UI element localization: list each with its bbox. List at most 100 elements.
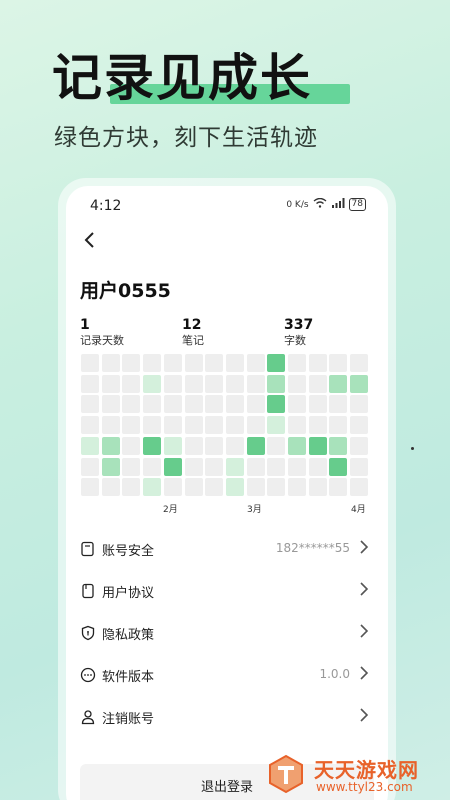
activity-heatmap <box>81 354 371 504</box>
heatmap-cell <box>246 457 265 476</box>
heatmap-cell <box>205 457 224 476</box>
heatmap-cell <box>225 457 244 476</box>
heatmap-cell <box>163 436 182 455</box>
heatmap-cell <box>288 478 306 497</box>
heatmap-cell <box>329 395 348 414</box>
month-label: 3月 <box>247 505 262 515</box>
heatmap-cell <box>184 457 203 476</box>
heatmap-cell <box>329 478 348 497</box>
status-time: 4:12 <box>90 198 122 214</box>
heatmap-cell <box>329 374 348 393</box>
heatmap-cell <box>81 395 99 414</box>
stat-label: 笔记 <box>182 334 204 347</box>
menu-item-user-agreement[interactable]: 用户协议 <box>66 570 388 612</box>
heatmap-cell <box>225 374 244 393</box>
heatmap-cell <box>163 416 182 435</box>
heatmap-cell <box>184 395 203 414</box>
heatmap-cell <box>350 374 369 393</box>
battery-icon: 78 <box>348 198 366 211</box>
heatmap-cell <box>81 374 99 393</box>
user-icon <box>80 709 96 725</box>
heatmap-cell <box>101 436 120 455</box>
hero-title: 记录见成长 <box>52 46 350 110</box>
heatmap-cell <box>246 354 265 372</box>
menu-item-software-version[interactable]: 软件版本 1.0.0 <box>66 654 388 696</box>
heatmap-cell <box>122 354 141 372</box>
stat-label: 记录天数 <box>80 334 124 347</box>
wifi-icon <box>313 197 327 211</box>
heatmap-cell <box>81 478 99 497</box>
more-dots-icon <box>80 667 96 683</box>
heatmap-cell <box>101 457 120 476</box>
heatmap-cell <box>308 478 327 497</box>
chevron-right-icon <box>358 623 370 643</box>
stat-days: 1 记录天数 <box>80 316 124 348</box>
menu-item-account-security[interactable]: 账号安全 182******55 <box>66 528 388 570</box>
hero-title-text: 记录见成长 <box>52 49 312 107</box>
heatmap-cell <box>308 436 327 455</box>
heatmap-cell <box>163 395 182 414</box>
heatmap-cell <box>143 457 162 476</box>
phone-screen: 4:12 0 K/s 78 用户0555 1 记录天数 12 笔记 337 字数 <box>66 186 388 800</box>
heatmap-cell <box>205 374 224 393</box>
heatmap-cell <box>143 395 162 414</box>
heatmap-cell <box>308 374 327 393</box>
heatmap-cell <box>81 436 99 455</box>
heatmap-cell <box>288 416 306 435</box>
heatmap-cell <box>225 416 244 435</box>
heatmap-cell <box>246 478 265 497</box>
heatmap-cell <box>246 416 265 435</box>
heatmap-cell <box>184 416 203 435</box>
account-security-icon <box>80 541 96 557</box>
menu-value: 1.0.0 <box>319 667 350 681</box>
shield-icon <box>80 625 96 641</box>
heatmap-cell <box>122 436 141 455</box>
decorative-dot <box>411 447 414 450</box>
heatmap-cell <box>267 478 286 497</box>
heatmap-cell <box>308 416 327 435</box>
status-icons: 0 K/s 78 <box>286 197 366 211</box>
heatmap-cell <box>143 374 162 393</box>
hero: 记录见成长 绿色方块，刻下生活轨迹 <box>0 0 450 151</box>
heatmap-cell <box>350 436 369 455</box>
heatmap-cell <box>308 457 327 476</box>
heatmap-cell <box>184 374 203 393</box>
chevron-right-icon <box>358 539 370 559</box>
status-bar: 4:12 0 K/s 78 <box>66 186 388 222</box>
heatmap-cell <box>288 354 306 372</box>
heatmap-cell <box>308 395 327 414</box>
heatmap-cell <box>184 478 203 497</box>
menu-item-delete-account[interactable]: 注销账号 <box>66 696 388 738</box>
chevron-right-icon <box>358 707 370 727</box>
menu-item-privacy-policy[interactable]: 隐私政策 <box>66 612 388 654</box>
back-icon[interactable] <box>78 230 102 254</box>
heatmap-cell <box>81 416 99 435</box>
heatmap-cell <box>225 436 244 455</box>
document-icon <box>80 583 96 599</box>
heatmap-cell <box>143 416 162 435</box>
stat-num: 337 <box>284 317 314 333</box>
stats: 1 记录天数 12 笔记 337 字数 <box>80 316 380 352</box>
heatmap-cell <box>329 416 348 435</box>
menu-label: 注销账号 <box>102 712 155 727</box>
heatmap-cell <box>184 354 203 372</box>
heatmap-cell <box>101 354 120 372</box>
stat-num: 1 <box>80 317 90 333</box>
watermark-title: 天天游戏网 <box>314 758 419 782</box>
stat-label: 字数 <box>284 334 306 347</box>
heatmap-cell <box>163 478 182 497</box>
heatmap-cell <box>267 354 286 372</box>
heatmap-cell <box>81 457 99 476</box>
heatmap-cell <box>308 354 327 372</box>
stat-num: 12 <box>182 317 202 333</box>
heatmap-cell <box>267 457 286 476</box>
heatmap-cell <box>143 354 162 372</box>
heatmap-cell <box>205 354 224 372</box>
stat-words: 337 字数 <box>284 316 313 348</box>
heatmap-cell <box>163 457 182 476</box>
heatmap-cell <box>81 354 99 372</box>
heatmap-cell <box>267 374 286 393</box>
menu-label: 隐私政策 <box>102 628 155 643</box>
hero-subtitle: 绿色方块，刻下生活轨迹 <box>54 125 318 151</box>
heatmap-cell <box>163 374 182 393</box>
